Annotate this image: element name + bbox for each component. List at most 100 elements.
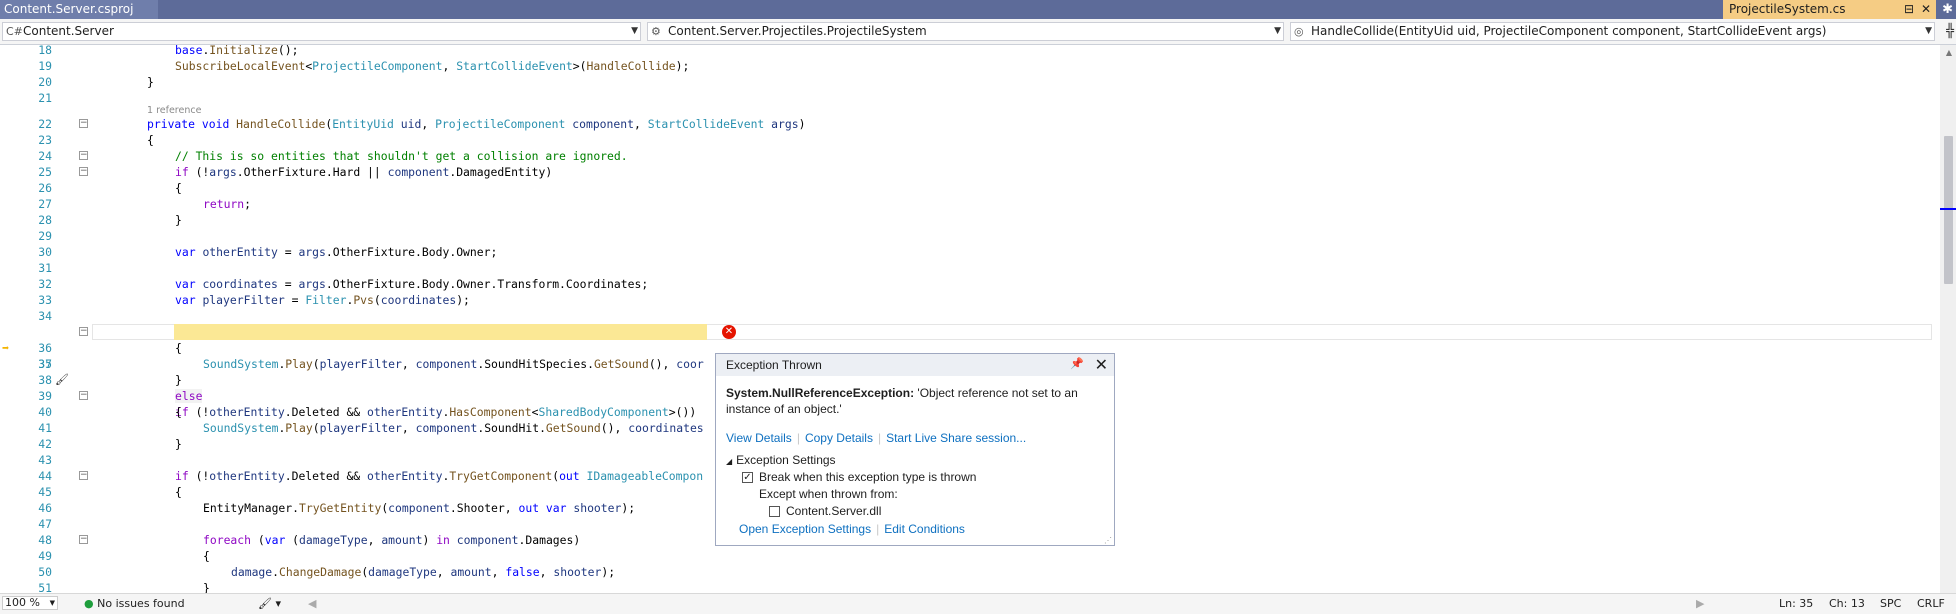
close-icon[interactable]: ✕: [1095, 355, 1108, 375]
edit-conditions-link[interactable]: Edit Conditions: [884, 522, 965, 536]
whitespace-indicator[interactable]: SPC: [1880, 597, 1901, 610]
chevron-down-icon: ▼: [1925, 26, 1932, 36]
live-share-link[interactable]: Start Live Share session...: [886, 431, 1026, 445]
line-number: 25: [38, 165, 52, 179]
line-number: 38: [38, 373, 52, 387]
line-number: 23: [38, 133, 52, 147]
code-line: foreach (var (damageType, amount) in com…: [203, 533, 581, 547]
line-number: 46: [38, 501, 52, 515]
break-when-thrown-label: Break when this exception type is thrown: [759, 470, 977, 484]
tab-project[interactable]: Content.Server.csproj: [0, 0, 158, 19]
collapse-toggle[interactable]: −: [79, 391, 88, 400]
horizontal-scroll-left-icon[interactable]: ◀: [308, 597, 316, 610]
line-number: 29: [38, 229, 52, 243]
exception-links: View Details | Copy Details | Start Live Sha…: [726, 431, 1027, 445]
chevron-down-icon: ▼: [631, 26, 638, 36]
collapse-toggle[interactable]: −: [79, 327, 88, 336]
line-number: 34: [38, 309, 52, 323]
open-exception-settings-link[interactable]: Open Exception Settings: [739, 522, 871, 536]
class-icon: ⚙: [651, 25, 661, 38]
project-dropdown[interactable]: C# Content.Server ▼: [2, 22, 641, 41]
scrollbar-thumb[interactable]: [1944, 136, 1953, 284]
line-ending-indicator[interactable]: CRLF: [1917, 597, 1945, 610]
csharp-project-icon: C#: [6, 25, 23, 38]
code-line: }: [175, 373, 182, 387]
line-number: 41: [38, 421, 52, 435]
collapse-triangle-icon[interactable]: ◢: [726, 457, 732, 466]
pin-icon[interactable]: 📌: [1070, 357, 1084, 370]
issues-label: No issues found: [97, 597, 185, 610]
cleanup-button[interactable]: 🖌 ▾: [258, 597, 281, 610]
exception-settings-header: Exception Settings: [736, 453, 836, 467]
code-line: var coordinates = args.OtherFixture.Body…: [175, 277, 649, 291]
exception-popup: Exception Thrown 📌 ✕ System.NullReferenc…: [715, 353, 1115, 546]
line-number: 19: [38, 59, 52, 73]
pin-tab-icon[interactable]: ⊟: [1904, 0, 1914, 19]
code-line: }: [147, 75, 154, 89]
type-dropdown-value: Content.Server.Projectiles.ProjectileSys…: [668, 24, 927, 38]
zoom-value: 100 %: [5, 596, 40, 609]
line-indicator[interactable]: Ln: 35: [1779, 597, 1813, 610]
module-checkbox[interactable]: [769, 506, 780, 518]
brush-icon: 🖌 ▾: [258, 597, 281, 610]
line-number: 42: [38, 437, 52, 451]
line-number: 30: [38, 245, 52, 259]
code-line: {: [203, 549, 210, 563]
line-number: 49: [38, 549, 52, 563]
exception-type: System.NullReferenceException:: [726, 386, 915, 400]
view-details-link[interactable]: View Details: [726, 431, 792, 445]
code-line: var otherEntity = args.OtherFixture.Body…: [175, 245, 498, 259]
collapse-toggle[interactable]: −: [79, 167, 88, 176]
code-line: if (!args.OtherFixture.Hard || component…: [175, 165, 553, 179]
collapse-toggle[interactable]: −: [79, 119, 88, 128]
line-number: 47: [38, 517, 52, 531]
code-line: SubscribeLocalEvent<ProjectileComponent,…: [175, 59, 690, 73]
line-number: 45: [38, 485, 52, 499]
code-line: {: [175, 405, 182, 419]
project-dropdown-value: Content.Server: [23, 24, 114, 38]
document-tab-bar: Content.Server.csproj ProjectileSystem.c…: [0, 0, 1956, 19]
code-line: base.Initialize();: [175, 43, 299, 57]
chevron-down-icon: ▼: [49, 599, 55, 607]
code-line: {: [175, 485, 182, 499]
resize-grip-icon[interactable]: ⋰: [1104, 536, 1112, 545]
line-number: 31: [38, 261, 52, 275]
type-dropdown[interactable]: ⚙ Content.Server.Projectiles.ProjectileS…: [647, 22, 1284, 41]
code-line: SoundSystem.Play(playerFilter, component…: [203, 421, 704, 435]
line-number: 24: [38, 149, 52, 163]
code-line: EntityManager.TryGetEntity(component.Sho…: [203, 501, 636, 515]
line-number: 48: [38, 533, 52, 547]
exception-error-icon[interactable]: ✕: [722, 325, 736, 339]
zoom-dropdown[interactable]: 100 % ▼: [2, 596, 58, 610]
collapse-toggle[interactable]: −: [79, 471, 88, 480]
except-when-thrown-label: Except when thrown from:: [759, 487, 898, 501]
code-line: var playerFilter = Filter.Pvs(coordinate…: [175, 293, 470, 307]
code-line: {: [147, 133, 154, 147]
code-line: return;: [203, 197, 252, 211]
break-when-thrown-checkbox[interactable]: ✓: [742, 472, 753, 484]
scroll-up-icon[interactable]: ▲: [1946, 48, 1952, 57]
exception-settings: ◢ Exception Settings ✓ Break when this exc…: [726, 453, 977, 536]
column-indicator[interactable]: Ch: 13: [1829, 597, 1865, 610]
split-editor-icon[interactable]: ╬: [1946, 24, 1954, 39]
line-number: 18: [38, 43, 52, 57]
collapse-toggle[interactable]: −: [79, 151, 88, 160]
line-number: 43: [38, 453, 52, 467]
horizontal-scroll-right-icon[interactable]: ▶: [1696, 597, 1704, 610]
close-tab-icon[interactable]: ✕: [1921, 0, 1931, 19]
tab-projectilesystem[interactable]: ProjectileSystem.cs ⊟ ✕: [1723, 0, 1936, 19]
line-number: 20: [38, 75, 52, 89]
scrollbar-position-marker: [1940, 208, 1956, 210]
copy-details-link[interactable]: Copy Details: [805, 431, 873, 445]
code-line: {: [175, 181, 182, 195]
issues-indicator[interactable]: ● No issues found: [84, 597, 185, 610]
vertical-scrollbar[interactable]: [1940, 45, 1956, 593]
chevron-down-icon: ▼: [1274, 26, 1281, 36]
method-icon: ◎: [1294, 25, 1304, 38]
status-bar: 100 % ▼ ● No issues found 🖌 ▾ ◀ ▶ Ln: 35 …: [0, 593, 1956, 614]
line-number: 36: [38, 341, 52, 355]
code-line: // This is so entities that shouldn't ge…: [175, 149, 628, 163]
member-dropdown[interactable]: ◎ HandleCollide(EntityUid uid, Projectil…: [1290, 22, 1935, 41]
tab-options-icon[interactable]: ✱: [1942, 0, 1953, 19]
collapse-toggle[interactable]: −: [79, 535, 88, 544]
